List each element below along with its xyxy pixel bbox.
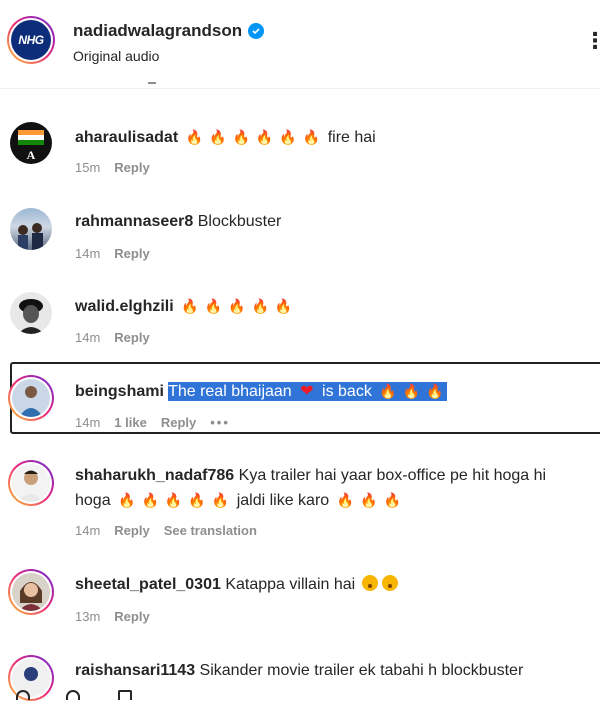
comment-body: Katappa villain hai	[225, 576, 356, 593]
fire-emoji-icon: 🔥	[141, 492, 159, 508]
bottom-action-bar	[0, 686, 600, 700]
comment-time: 14m	[75, 523, 101, 538]
comment-username[interactable]: aharaulisadat	[75, 129, 178, 146]
comment-username[interactable]: shaharukh_nadaf786	[75, 467, 234, 484]
comment-text: aharaulisadat 🔥 🔥 🔥 🔥 🔥 🔥 fire hai	[75, 125, 585, 150]
reply-button[interactable]: Reply	[114, 523, 149, 538]
audio-label[interactable]: Original audio	[73, 48, 159, 64]
fire-emoji-icon: 🔥	[255, 129, 274, 145]
fire-emoji-icon: 🔥	[383, 492, 401, 508]
fire-emoji-icon: 🔥	[188, 492, 206, 508]
fire-emoji-icon: 🔥	[228, 298, 246, 314]
commenter-avatar[interactable]	[10, 292, 52, 334]
comment-text: shaharukh_nadaf786 Kya trailer hai yaar …	[75, 464, 585, 513]
author-username-text[interactable]: nadiadwalagrandson	[73, 21, 242, 41]
commenter-avatar[interactable]: A	[10, 122, 52, 164]
fire-emoji-icon: 🔥	[211, 492, 230, 508]
fire-emoji-icon: 🔥	[379, 383, 397, 399]
fire-emoji-icon: 🔥	[251, 298, 269, 314]
fire-emoji-icon: 🔥	[232, 129, 250, 145]
comment-body: The real bhaijaan	[168, 383, 292, 400]
comment-meta: 14m Reply	[75, 246, 150, 261]
author-logo: NHG	[11, 20, 51, 60]
comment-body-2: jaldi like karo	[236, 492, 330, 509]
comment-body: fire hai	[327, 129, 376, 146]
comment-time: 14m	[75, 330, 101, 345]
surprised-emoji-icon	[361, 575, 378, 591]
heart-icon[interactable]	[16, 690, 30, 700]
verified-badge-icon	[248, 23, 265, 39]
svg-text:A: A	[27, 148, 36, 162]
fire-emoji-icon: 🔥	[274, 298, 293, 314]
comment-meta: 14m 1 like Reply •••	[75, 415, 230, 430]
fire-emoji-icon: 🔥	[181, 298, 199, 314]
commenter-avatar[interactable]	[8, 375, 54, 421]
reply-button[interactable]: Reply	[114, 246, 149, 261]
see-translation-button[interactable]: See translation	[164, 523, 257, 538]
fire-emoji-icon: 🔥	[360, 492, 378, 508]
commenter-avatar[interactable]	[8, 460, 54, 506]
fire-emoji-icon: 🔥	[204, 298, 223, 314]
fire-emoji-icon: 🔥	[118, 492, 136, 508]
comment-time: 15m	[75, 160, 101, 175]
comment-meta: 14m Reply	[75, 330, 150, 345]
comment-username[interactable]: sheetal_patel_0301	[75, 576, 221, 593]
comment-text: raishansari1143 Sikander movie trailer e…	[75, 659, 585, 683]
comment-meta: 13m Reply	[75, 609, 150, 624]
comment-icon[interactable]	[66, 690, 80, 700]
fire-emoji-icon: 🔥	[336, 492, 355, 508]
comment-username[interactable]: rahmannaseer8	[75, 213, 193, 230]
comment-body: Sikander movie trailer ek tabahi h block…	[199, 662, 524, 679]
post-header: NHG nadiadwalagrandson Original audio ⋮	[0, 0, 600, 89]
comment-time: 14m	[75, 246, 101, 261]
comment-username[interactable]: raishansari1143	[75, 662, 195, 679]
comment-username[interactable]: beingshami	[75, 383, 164, 400]
comment-time: 13m	[75, 609, 101, 624]
comment-time: 14m	[75, 415, 101, 430]
commenter-avatar[interactable]	[10, 208, 52, 250]
heart-emoji-icon: ❤	[300, 383, 314, 400]
fire-emoji-icon: 🔥	[402, 383, 421, 399]
fire-emoji-icon: 🔥	[302, 129, 321, 145]
commenter-avatar[interactable]	[8, 569, 54, 615]
comment-username[interactable]: walid.elghzili	[75, 298, 174, 315]
more-options-icon[interactable]: •••	[210, 415, 230, 430]
selected-text: The real bhaijaan ❤ is back 🔥 🔥 🔥	[168, 382, 447, 401]
author-avatar[interactable]: NHG	[7, 16, 55, 64]
comment-body-2: is back	[322, 383, 372, 400]
reply-button[interactable]: Reply	[114, 609, 149, 624]
reply-button[interactable]: Reply	[114, 330, 149, 345]
fire-emoji-icon: 🔥	[426, 383, 444, 399]
more-options-icon[interactable]: ⋮	[584, 28, 600, 54]
comment-text: rahmannaseer8 Blockbuster	[75, 210, 585, 234]
fire-emoji-icon: 🔥	[279, 129, 297, 145]
like-count[interactable]: 1 like	[114, 415, 147, 430]
clipped-text	[110, 82, 170, 88]
comment-text: walid.elghzili 🔥 🔥 🔥 🔥 🔥	[75, 294, 585, 319]
fire-emoji-icon: 🔥	[185, 129, 204, 145]
fire-emoji-icon: 🔥	[164, 492, 183, 508]
comment-text: beingshami The real bhaijaan ❤ is back 🔥…	[75, 379, 585, 404]
share-icon[interactable]	[118, 690, 132, 700]
surprised-emoji-icon	[381, 575, 398, 591]
fire-emoji-icon: 🔥	[209, 129, 227, 145]
comment-body: Blockbuster	[197, 213, 282, 230]
comment-meta: 14m Reply See translation	[75, 523, 257, 538]
reply-button[interactable]: Reply	[161, 415, 196, 430]
reply-button[interactable]: Reply	[114, 160, 149, 175]
comment-meta: 15m Reply	[75, 160, 150, 175]
comment-text: sheetal_patel_0301 Katappa villain hai	[75, 573, 585, 597]
author-username[interactable]: nadiadwalagrandson	[73, 21, 265, 41]
